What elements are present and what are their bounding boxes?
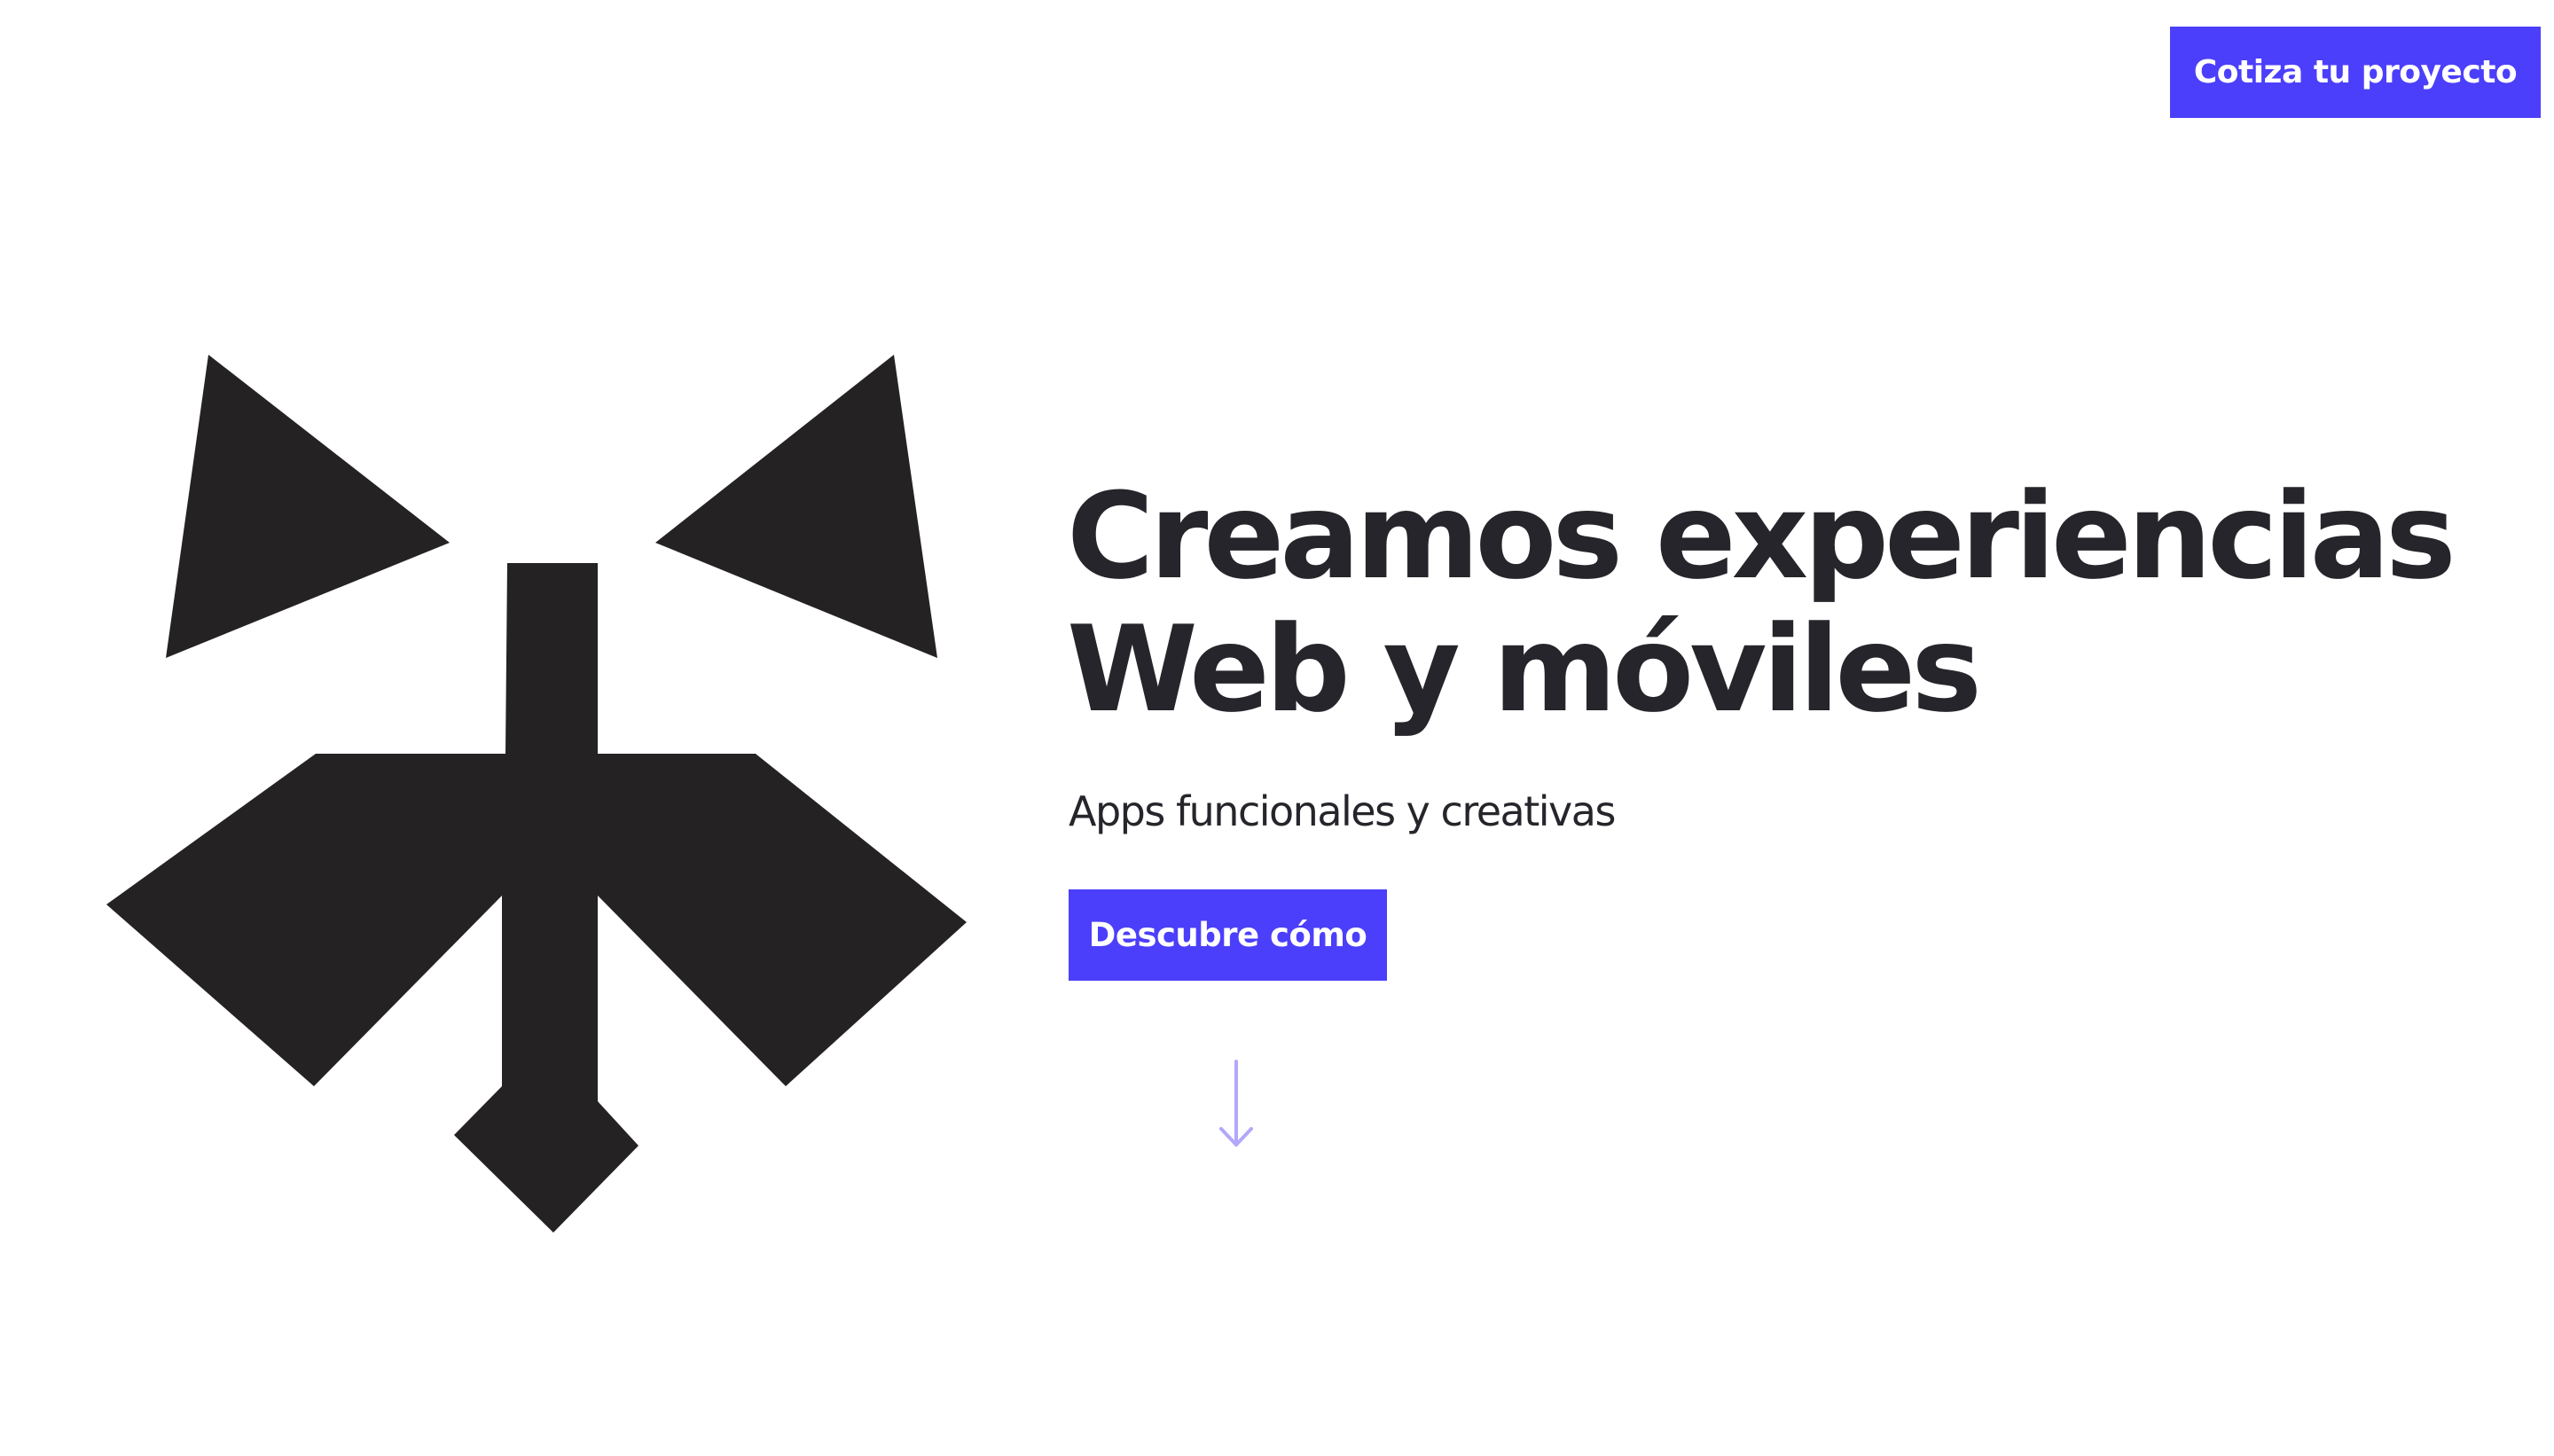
logo-left-ear xyxy=(166,355,450,658)
quote-project-button[interactable]: Cotiza tu proyecto xyxy=(2170,27,2541,118)
hero-title-line-1: Creamos experiencias xyxy=(1067,467,2456,606)
hero-title: Creamos experiencias Web y móviles xyxy=(1067,467,2456,739)
raccoon-logo xyxy=(89,337,1011,1259)
discover-how-button[interactable]: Descubre cómo xyxy=(1069,889,1387,981)
hero-title-line-2: Web y móviles xyxy=(1067,600,1982,739)
logo-body xyxy=(106,563,967,1233)
hero-subtitle: Apps funcionales y creativas xyxy=(1069,787,1616,835)
logo-right-ear xyxy=(655,355,937,658)
arrow-down-icon[interactable] xyxy=(1214,1060,1258,1148)
